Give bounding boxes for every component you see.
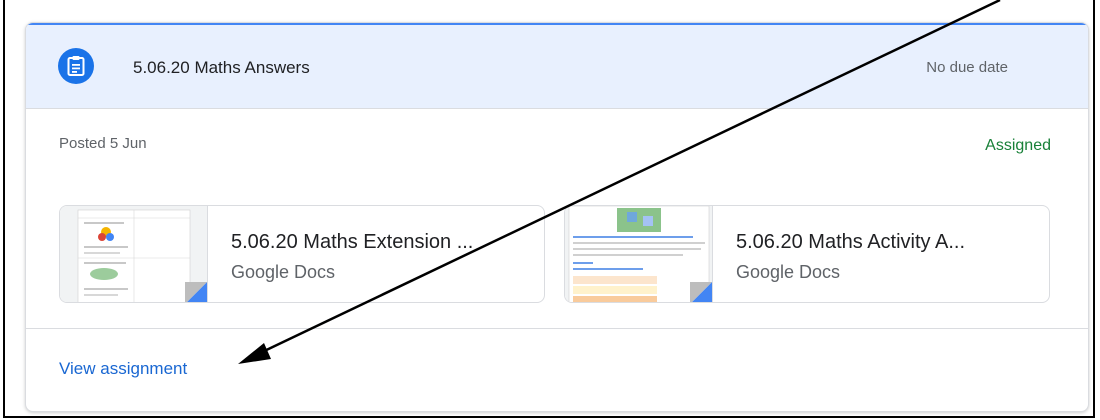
- assignment-card: 5.06.20 Maths Answers No due date Posted…: [25, 22, 1089, 412]
- footer-divider: [26, 328, 1088, 329]
- status-label: Assigned: [985, 137, 1051, 154]
- attachment-card-2[interactable]: 5.06.20 Maths Activity A... Google Docs: [564, 205, 1050, 303]
- google-docs-thumbnail: [60, 206, 208, 302]
- assignment-title[interactable]: 5.06.20 Maths Answers: [133, 58, 310, 78]
- assignment-header[interactable]: 5.06.20 Maths Answers No due date: [26, 23, 1088, 109]
- attachment-type: Google Docs: [231, 262, 336, 282]
- google-docs-thumbnail: [565, 206, 713, 302]
- attachment-card-1[interactable]: 5.06.20 Maths Extension ... Google Docs: [59, 205, 545, 303]
- due-date-label: No due date: [926, 59, 1008, 76]
- attachment-title[interactable]: 5.06.20 Maths Extension ...: [231, 231, 473, 254]
- view-assignment-link[interactable]: View assignment: [59, 359, 187, 379]
- attachment-type: Google Docs: [736, 262, 841, 282]
- posted-date: Posted 5 Jun: [59, 135, 147, 152]
- assignment-icon: [58, 48, 94, 84]
- attachment-title[interactable]: 5.06.20 Maths Activity A...: [736, 231, 965, 254]
